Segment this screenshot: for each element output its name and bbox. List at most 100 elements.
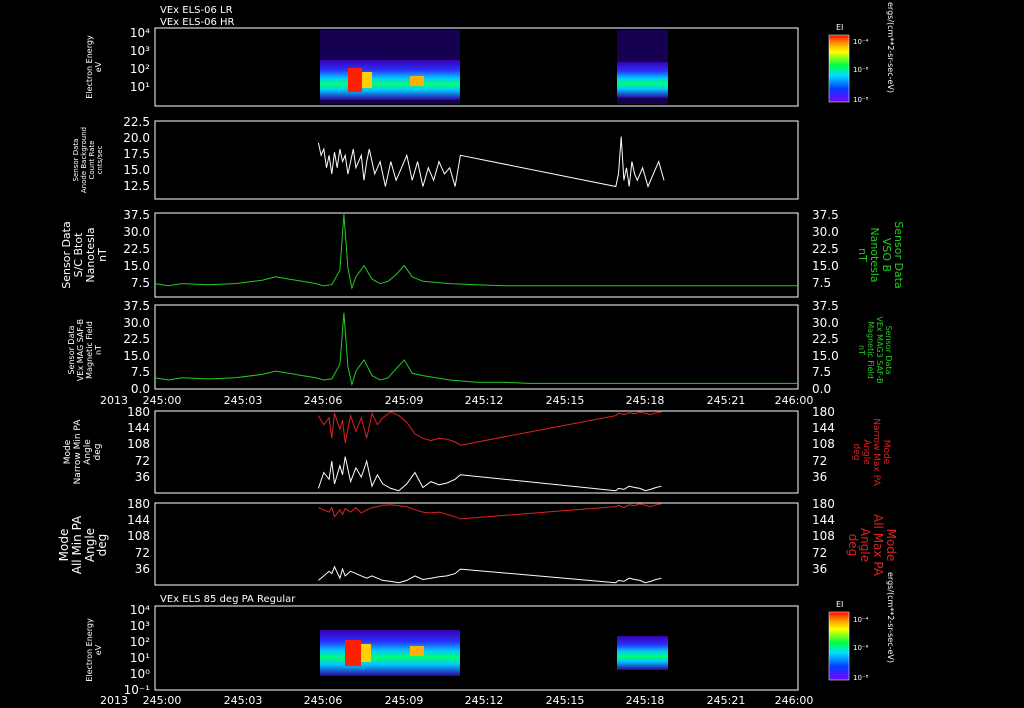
series-all-max-line (318, 503, 662, 520)
all-pa-ytick-right-4: 36 (812, 562, 827, 576)
spectrogram-bottom-frame (154, 605, 799, 691)
all-pa-ylabel-left-1: Mode (57, 529, 71, 562)
spec-top-ytick-1: 10³ (130, 44, 150, 58)
background-ylabel-4: cnts/sec (96, 145, 104, 174)
spec-bottom-ytick-1: 10³ (130, 619, 150, 633)
spec-bottom-ytick-4: 10⁰ (130, 667, 150, 681)
spec-bottom-ylabel-2: eV (94, 644, 103, 655)
background-frame (154, 120, 799, 200)
x-lower-tick-7: 245:21 (707, 694, 746, 707)
series-narrow-min-line (317, 456, 662, 492)
colorbar-bottom-tick-0: 10⁻⁴ (853, 616, 869, 624)
spectrogram-bottom-burst-2 (617, 636, 668, 670)
btot-ytick-1: 30.0 (123, 225, 150, 239)
spec-top-ytick-2: 10² (130, 62, 150, 76)
btot-ytick-4: 7.5 (131, 276, 150, 290)
panel-mag: 37.5 30.0 22.5 15.0 7.5 0.0 37.5 30.0 22… (67, 299, 893, 396)
x-axis-upper: 2013 245:00 245:03 245:06 245:09 245:12 … (100, 394, 813, 407)
narrow-pa-ylabel-left-3: Angle (83, 439, 93, 465)
mag-ytick-right-5: 0.0 (812, 382, 831, 396)
mag-ytick-right-2: 22.5 (812, 332, 839, 346)
mag-ylabel-left-1: Sensor Data (67, 325, 76, 374)
spectrogram-bottom-burst-1 (320, 630, 460, 676)
spec-top-ylabel-1: Electron Energy (85, 35, 94, 99)
colorbar-bottom-title: EI (836, 600, 843, 609)
narrow-pa-ytick-2: 108 (127, 437, 150, 451)
all-pa-ytick-0: 180 (127, 497, 150, 511)
header-line-1: VEx ELS-06 LR (160, 5, 233, 16)
mag-ytick-right-0: 37.5 (812, 299, 839, 313)
panel-spectrogram-bottom: VEx ELS 85 deg PA Regular 10⁴ 10³ 10² 10… (85, 572, 895, 697)
colorbar-top-tick-1: 10⁻⁶ (853, 66, 869, 74)
narrow-pa-ylabel-left-2: Narrow Min PA (73, 419, 83, 485)
spec-top-ytick-3: 10¹ (130, 80, 150, 94)
btot-ytick-2: 22.5 (123, 242, 150, 256)
btot-ytick-0: 37.5 (123, 208, 150, 222)
mag-ytick-2: 22.5 (123, 332, 150, 346)
mag-ylabel-right-4: nT (857, 345, 866, 355)
spec-bottom-title: VEx ELS 85 deg PA Regular (160, 594, 296, 605)
background-ylabel-1: Sensor Data (72, 139, 80, 182)
btot-ylabel-left-4: nT (96, 248, 109, 262)
x-lower-tick-2: 245:06 (304, 694, 343, 707)
spectrogram-top-frame (154, 27, 799, 107)
btot-ytick-right-1: 30.0 (812, 225, 839, 239)
series-btot-line (154, 214, 798, 290)
panel-all-pa: 180 144 108 72 36 180 144 108 72 36 Mode… (57, 497, 898, 586)
mag-ylabel-right-2: VEx MAG3 SAF-B (875, 316, 884, 383)
all-pa-ylabel-left-2: All Min PA (70, 515, 84, 574)
x-lower-tick-3: 245:09 (385, 694, 424, 707)
series-background-line (317, 136, 665, 188)
all-pa-ytick-1: 144 (127, 513, 150, 527)
colorbar-top-scale (828, 34, 850, 103)
narrow-pa-ylabel-right-1: Mode (881, 440, 891, 465)
narrow-pa-ytick-3: 72 (135, 454, 150, 468)
narrow-pa-ylabel-left-1: Mode (63, 439, 73, 464)
panel-btot: 37.5 30.0 22.5 15.0 7.5 37.5 30.0 22.5 1… (60, 208, 905, 298)
mag-ylabel-left-2: VEx MAG SAF-B (76, 319, 85, 381)
background-ylabel-3: Count Rate (88, 140, 96, 179)
x-upper-tick-5: 245:15 (546, 394, 585, 407)
all-pa-ylabel-right-2: All Max PA (871, 514, 885, 577)
spec-bottom-ytick-0: 10⁴ (130, 603, 150, 617)
all-pa-ytick-right-0: 180 (812, 497, 835, 511)
narrow-pa-ytick-1: 144 (127, 421, 150, 435)
els-summary-plot: VEx ELS-06 LR VEx ELS-06 HR 10⁴ 10³ 10² … (57, 2, 905, 707)
all-pa-ylabel-right-1: Mode (884, 529, 898, 562)
panel-background: 22.5 20.0 17.5 15.0 12.5 Sensor Data Ano… (72, 115, 799, 200)
btot-ytick-3: 15.0 (123, 259, 150, 273)
mag-frame (154, 304, 799, 390)
btot-ytick-right-4: 7.5 (812, 276, 831, 290)
x-upper-tick-2: 245:06 (304, 394, 343, 407)
spectrogram-top-burst-1 (320, 30, 460, 104)
series-mag-line (154, 312, 798, 387)
x-lower-tick-5: 245:15 (546, 694, 585, 707)
all-pa-ylabel-left-4: deg (95, 534, 109, 557)
narrow-pa-ytick-4: 36 (135, 470, 150, 484)
x-lower-tick-1: 245:03 (224, 694, 263, 707)
all-pa-ytick-right-1: 144 (812, 513, 835, 527)
mag-ytick-right-1: 30.0 (812, 316, 839, 330)
colorbar-bottom: EI 10⁻⁴ 10⁻⁶ 10⁻⁸ ergs/(cm**2-sr-sec-eV) (828, 572, 895, 682)
btot-ytick-right-2: 22.5 (812, 242, 839, 256)
btot-ylabel-right-4: nT (856, 248, 869, 262)
narrow-pa-ytick-right-3: 72 (812, 454, 827, 468)
x-upper-tick-1: 245:03 (224, 394, 263, 407)
x-axis-upper-year: 2013 (100, 394, 128, 407)
background-ytick-4: 12.5 (123, 179, 150, 193)
narrow-pa-ytick-right-4: 36 (812, 470, 827, 484)
mag-ytick-4: 7.5 (131, 365, 150, 379)
spec-bottom-ytick-3: 10¹ (130, 651, 150, 665)
x-axis-lower-year: 2013 (100, 694, 128, 707)
btot-ytick-right-3: 15.0 (812, 259, 839, 273)
narrow-pa-ytick-right-0: 180 (812, 405, 835, 419)
narrow-pa-ylabel-right-2: Narrow Max PA (871, 418, 881, 486)
narrow-pa-frame (154, 410, 799, 494)
x-lower-tick-0: 245:00 (143, 694, 182, 707)
x-lower-tick-6: 245:18 (626, 694, 665, 707)
background-ytick-0: 22.5 (123, 115, 150, 129)
all-pa-ytick-4: 36 (135, 562, 150, 576)
narrow-pa-ylabel-right-4: deg (851, 444, 861, 461)
spec-bottom-ytick-2: 10² (130, 635, 150, 649)
narrow-pa-ytick-0: 180 (127, 405, 150, 419)
